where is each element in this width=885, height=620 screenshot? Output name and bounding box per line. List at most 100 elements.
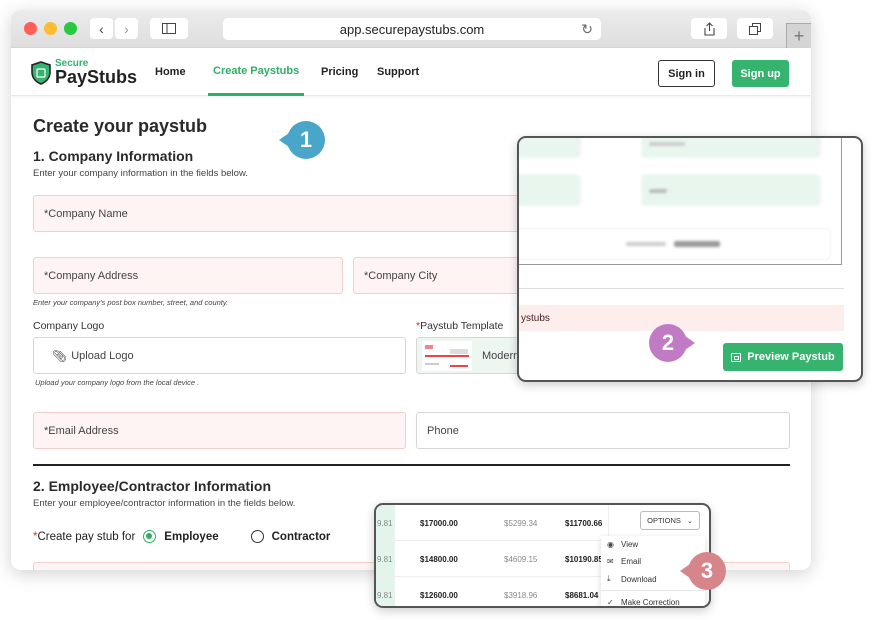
sign-up-button[interactable]: Sign up <box>732 60 789 87</box>
alert-text: ystubs <box>521 312 550 324</box>
table-row: 9.81 $14800.00 $4609.15 $10190.85 <box>376 541 608 577</box>
upload-logo-label: Upload Logo <box>71 349 134 362</box>
create-for-label: Create pay stub for <box>37 530 136 543</box>
cell-deductions: $5299.34 <box>504 518 538 528</box>
cell-deductions: $4609.15 <box>504 554 538 564</box>
cell-partial: 9.81 <box>377 554 393 564</box>
cell-gross: $14800.00 <box>420 554 458 564</box>
section-employee-subtitle: Enter your employee/contractor informati… <box>33 498 296 509</box>
cell-net: $11700.66 <box>565 518 603 528</box>
preview-frame-border <box>519 138 842 265</box>
email-address-input[interactable]: *Email Address <box>33 412 406 449</box>
url-text: app.securepaystubs.com <box>339 21 485 37</box>
alert-banner: ystubs <box>519 305 844 331</box>
chevron-down-icon: ⌄ <box>686 517 693 525</box>
cell-net: $10190.85 <box>565 554 603 564</box>
callout-badge-1: 1 <box>279 121 325 159</box>
back-button[interactable]: ‹ <box>90 18 113 39</box>
contractor-radio-label[interactable]: Contractor <box>272 531 331 543</box>
chevron-right-icon: › <box>124 20 129 37</box>
nav-link-home[interactable]: Home <box>155 48 186 96</box>
employee-radio[interactable] <box>143 530 157 543</box>
employee-radio-label[interactable]: Employee <box>164 531 218 543</box>
nav-link-pricing[interactable]: Pricing <box>321 48 358 96</box>
paystub-table-popup: 9.81 $17000.00 $5299.34 $11700.66 9.81 $… <box>374 503 711 608</box>
address-hint: Enter your company's post box number, st… <box>33 298 229 307</box>
site-header: Secure PayStubs Home Create Paystubs Pri… <box>11 48 811 96</box>
company-address-placeholder: *Company Address <box>44 269 139 282</box>
address-bar[interactable]: app.securepaystubs.com ↻ <box>223 18 601 40</box>
menu-divider <box>601 590 705 591</box>
menu-item-email[interactable]: ✉︎ Email <box>607 557 641 566</box>
logo-hint: Upload your company logo from the local … <box>35 378 200 387</box>
menu-item-make-correction[interactable]: ✓ Make Correction <box>607 598 680 607</box>
page-title: Create your paystub <box>33 116 208 136</box>
new-tab-button[interactable]: + <box>786 23 811 48</box>
section-company-heading: 1. Company Information <box>33 148 194 164</box>
menu-item-label: Download <box>621 574 657 584</box>
table-row: 9.81 $17000.00 $5299.34 $11700.66 <box>376 505 608 541</box>
tabs-overview-button[interactable] <box>737 18 773 39</box>
logo[interactable]: Secure PayStubs <box>31 59 137 86</box>
logo-paystubs-text: PayStubs <box>55 67 138 87</box>
company-name-input[interactable]: *Company Name <box>33 195 533 232</box>
shield-logo-icon <box>31 60 51 85</box>
options-label: OPTIONS <box>647 516 681 525</box>
paystub-template-label: *Paystub Template <box>416 320 503 332</box>
preview-button-label: Preview Paystub <box>747 351 835 363</box>
menu-item-label: View <box>621 540 639 549</box>
callout-badge-2: 2 <box>649 324 695 362</box>
paperclip-icon: 📎︎ <box>52 348 68 363</box>
phone-placeholder: Phone <box>427 424 459 437</box>
forward-button[interactable]: › <box>115 18 138 39</box>
nav-link-support[interactable]: Support <box>377 48 419 96</box>
sidebar-icon <box>162 23 176 34</box>
pay-stub-type-group: * Create pay stub for Employee Contracto… <box>33 530 330 543</box>
tabs-icon <box>749 22 761 35</box>
menu-item-label: Email <box>621 557 642 566</box>
preview-icon <box>731 352 742 362</box>
browser-toolbar: ‹ › app.securepaystubs.com ↻ + <box>11 10 811 48</box>
template-thumbnail <box>422 340 472 371</box>
template-label-text: Paystub Template <box>420 320 504 332</box>
company-address-input[interactable]: *Company Address <box>33 257 343 294</box>
sidebar-toggle-button[interactable] <box>150 18 188 39</box>
minimize-window-button[interactable] <box>44 22 57 35</box>
phone-input[interactable]: Phone <box>416 412 790 449</box>
email-placeholder: *Email Address <box>44 424 119 437</box>
section-company-subtitle: Enter your company information in the fi… <box>33 168 248 179</box>
cell-gross: $12600.00 <box>420 590 458 600</box>
company-city-placeholder: *Company City <box>364 269 438 282</box>
menu-item-label: Make Correction <box>621 598 680 607</box>
nav-link-create-paystubs[interactable]: Create Paystubs <box>208 48 305 96</box>
preview-paystub-button[interactable]: Preview Paystub <box>723 343 843 371</box>
download-icon: ⤓ <box>607 574 611 583</box>
mail-icon: ✉︎ <box>607 557 614 566</box>
section-employee-heading: 2. Employee/Contractor Information <box>33 478 272 494</box>
cell-partial: 9.81 <box>377 518 393 528</box>
reload-icon[interactable]: ↻ <box>581 21 593 38</box>
company-logo-label: Company Logo <box>33 320 105 332</box>
cell-gross: $17000.00 <box>420 518 458 528</box>
share-icon <box>703 21 715 36</box>
menu-item-view[interactable]: ◉ View <box>607 540 638 549</box>
contractor-radio[interactable] <box>250 530 264 543</box>
close-window-button[interactable] <box>24 22 37 35</box>
cell-partial: 9.81 <box>377 590 393 600</box>
upload-logo-button[interactable]: 📎︎ Upload Logo <box>33 337 406 374</box>
menu-item-download[interactable]: ⤓ Download <box>607 574 657 584</box>
sign-in-button[interactable]: Sign in <box>658 60 715 87</box>
company-city-input[interactable]: *Company City <box>353 257 533 294</box>
divider <box>519 288 844 289</box>
options-dropdown-button[interactable]: OPTIONS ⌄ <box>640 511 700 530</box>
template-value: Modern <box>482 349 520 362</box>
maximize-window-button[interactable] <box>64 22 77 35</box>
callout-badge-3: 3 <box>680 552 726 590</box>
chevron-left-icon: ‹ <box>99 20 104 37</box>
cell-deductions: $3918.96 <box>504 590 538 600</box>
eye-icon: ◉ <box>607 540 614 549</box>
section-divider <box>33 464 790 466</box>
table-row: 9.81 $12600.00 $3918.96 $8681.04 <box>376 577 608 606</box>
check-icon: ✓ <box>607 598 614 607</box>
share-button[interactable] <box>691 18 727 39</box>
